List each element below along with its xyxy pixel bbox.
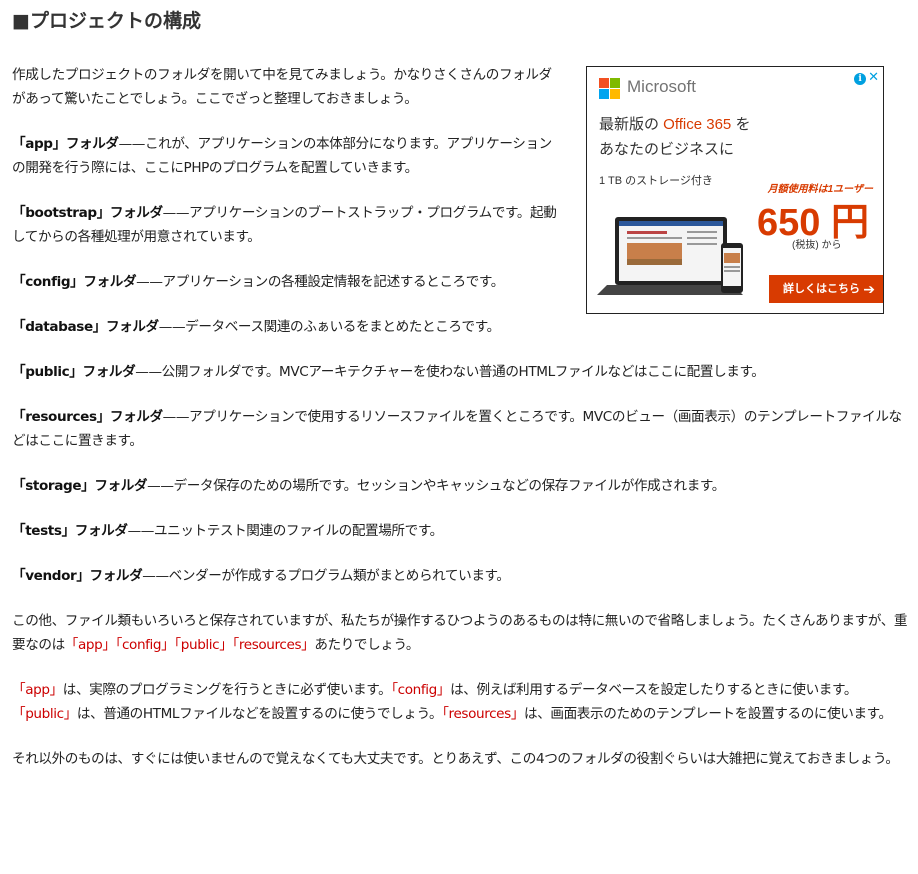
detail-paragraph: 「app」は、実際のプログラミングを行うときに必ず使います。「config」は、… — [12, 682, 892, 722]
intro-paragraph: 作成したプロジェクトのフォルダを開いて中を見てみましょう。かなりさくさんのフォル… — [12, 67, 552, 107]
keyword-public: 「public」 — [12, 706, 77, 722]
folder-resources-paragraph: 「resources」フォルダ——アプリケーションで使用するリソースファイルを置… — [12, 409, 902, 449]
section-heading: ■プロジェクトの構成 — [12, 10, 201, 32]
folder-public-paragraph: 「public」フォルダ——公開フォルダです。MVCアーキテクチャーを使わない普… — [12, 364, 765, 380]
folder-vendor-paragraph: 「vendor」フォルダ——ベンダーが作成するプログラム類がまとめられています。 — [12, 568, 510, 584]
article-body: 作成したプロジェクトのフォルダを開いて中を見てみましょう。かなりさくさんのフォル… — [12, 63, 908, 792]
keyword-app: 「app」 — [64, 637, 116, 653]
article-page: ■プロジェクトの構成 Microsoft i ✕ 最新版の Office 365 … — [0, 0, 918, 874]
keyword-resources: 「resources」 — [442, 706, 525, 722]
folder-storage-paragraph: 「storage」フォルダ——データ保存のための場所です。セッションやキャッシュ… — [12, 478, 725, 494]
summary-paragraph: この他、ファイル類もいろいろと保存されていますが、私たちが操作するひつようのある… — [12, 613, 908, 653]
folder-database-paragraph: 「database」フォルダ——データベース関連のふぁいるをまとめたところです。 — [12, 319, 500, 335]
folder-app-paragraph: 「app」フォルダ——これが、アプリケーションの本体部分になります。アプリケーシ… — [12, 136, 552, 176]
folder-config-paragraph: 「config」フォルダ——アプリケーションの各種設定情報を記述するところです。 — [12, 274, 504, 290]
closing-paragraph: それ以外のものは、すぐには使いませんので覚えなくても大丈夫です。とりあえず、この… — [12, 751, 899, 767]
keyword-config: 「config」 — [115, 637, 175, 653]
keyword-app: 「app」 — [12, 682, 63, 698]
keyword-resources: 「resources」 — [232, 637, 315, 653]
folder-bootstrap-paragraph: 「bootstrap」フォルダ——アプリケーションのブートストラップ・プログラム… — [12, 205, 557, 245]
keyword-config: 「config」 — [391, 682, 451, 698]
keyword-public: 「public」 — [174, 637, 233, 653]
folder-tests-paragraph: 「tests」フォルダ——ユニットテスト関連のファイルの配置場所です。 — [12, 523, 443, 539]
